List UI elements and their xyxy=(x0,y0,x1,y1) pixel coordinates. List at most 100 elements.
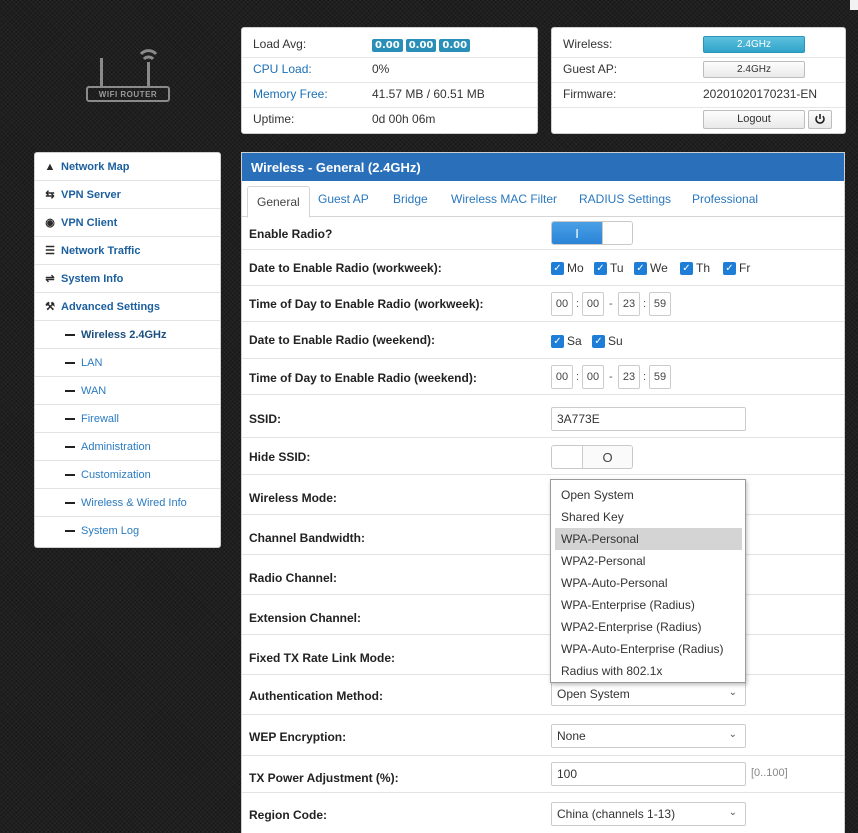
tab-bar: General Guest AP Bridge Wireless MAC Fil… xyxy=(242,181,844,218)
auth-option[interactable]: WPA-Auto-Enterprise (Radius) xyxy=(555,638,742,660)
sidebar-subitem-label: Administration xyxy=(81,440,151,453)
globe-icon: ◉ xyxy=(45,217,55,229)
toggle-off-mark: O xyxy=(582,446,632,468)
sidebar-subitem-customization[interactable]: Customization xyxy=(35,461,220,489)
device-status-panel: Wireless: 2.4GHz Guest AP: 2.4GHz Firmwa… xyxy=(551,27,846,134)
auth-option[interactable]: WPA-Enterprise (Radius) xyxy=(555,594,742,616)
row-date-workweek: Date to Enable Radio (workweek): ✓ Mo ✓ Tu… xyxy=(242,250,844,286)
check-icon: ✓ xyxy=(634,261,647,275)
workweek-start-hour[interactable]: 00 xyxy=(551,292,573,316)
guest-ap-2ghz-button[interactable]: 2.4GHz xyxy=(703,60,805,78)
chevron-down-icon: ⌄ xyxy=(728,807,737,818)
wep-value: None xyxy=(557,729,586,743)
sidebar-item-vpn-client[interactable]: ◉ VPN Client xyxy=(35,209,220,237)
sidebar-item-label: Network Map xyxy=(61,160,130,173)
auth-method-dropdown: Open System Shared Key WPA-Personal WPA2… xyxy=(550,479,746,683)
load-avg-5: 0.00 xyxy=(405,38,437,52)
auth-method-label: Authentication Method: xyxy=(249,689,383,703)
region-label: Region Code: xyxy=(249,808,327,822)
auth-option[interactable]: WPA-Auto-Personal xyxy=(555,572,742,594)
sidebar-item-advanced-settings[interactable]: ⚒ Advanced Settings xyxy=(35,293,220,321)
checkbox-fr[interactable]: ✓ Fr xyxy=(723,261,750,275)
auth-method-select[interactable]: Open System ⌄ xyxy=(551,682,746,706)
checkbox-we[interactable]: ✓ We xyxy=(634,261,668,275)
wireless-2ghz-button[interactable]: 2.4GHz xyxy=(703,35,805,53)
hide-ssid-toggle[interactable]: O xyxy=(551,445,633,469)
chevron-down-icon: ⌄ xyxy=(728,687,737,698)
day-label: Tu xyxy=(610,261,624,275)
row-auth-method: Authentication Method: Open System ⌄ xyxy=(242,675,844,715)
checkbox-th[interactable]: ✓ Th xyxy=(680,261,710,275)
power-icon xyxy=(815,114,825,124)
auth-option[interactable]: WPA2-Personal xyxy=(555,550,742,572)
weekend-start-minute[interactable]: 00 xyxy=(582,365,604,389)
auth-option[interactable]: Open System xyxy=(555,484,742,506)
workweek-start-minute[interactable]: 00 xyxy=(582,292,604,316)
cpu-load-link[interactable]: CPU Load: xyxy=(253,62,312,76)
tab-professional[interactable]: Professional xyxy=(692,181,758,217)
sidebar-item-label: Advanced Settings xyxy=(61,300,161,313)
tx-power-input[interactable]: 100 xyxy=(551,762,746,786)
auth-option[interactable]: WPA2-Enterprise (Radius) xyxy=(555,616,742,638)
sidebar-item-system-info[interactable]: ⇌ System Info xyxy=(35,265,220,293)
tx-power-label: TX Power Adjustment (%): xyxy=(249,771,399,785)
check-icon: ✓ xyxy=(680,261,693,275)
weekend-end-hour[interactable]: 23 xyxy=(618,365,640,389)
sidebar-subitem-wireless-2ghz[interactable]: Wireless 2.4GHz xyxy=(35,321,220,349)
sidebar-subitem-label: Wireless & Wired Info xyxy=(81,496,187,509)
checkbox-su[interactable]: ✓ Su xyxy=(592,334,623,348)
tab-radius-settings[interactable]: RADIUS Settings xyxy=(579,181,671,217)
sidebar-subitem-lan[interactable]: LAN xyxy=(35,349,220,377)
memory-free-value: 41.57 MB / 60.51 MB xyxy=(372,87,485,101)
auth-method-value: Open System xyxy=(557,687,630,701)
cpu-load-value: 0% xyxy=(372,62,390,76)
row-radio-channel: Radio Channel: xyxy=(242,555,844,595)
row-ssid: SSID: 3A773E xyxy=(242,401,844,438)
radio-channel-label: Radio Channel: xyxy=(249,571,338,585)
dash-icon xyxy=(65,333,75,336)
tab-general[interactable]: General xyxy=(247,186,310,218)
sidebar-item-network-traffic[interactable]: ☰ Network Traffic xyxy=(35,237,220,265)
sidebar-item-vpn-server[interactable]: ⇆ VPN Server xyxy=(35,181,220,209)
wep-select[interactable]: None ⌄ xyxy=(551,724,746,748)
check-icon: ✓ xyxy=(551,334,564,348)
region-select[interactable]: China (channels 1-13) ⌄ xyxy=(551,802,746,826)
auth-option[interactable]: Shared Key xyxy=(555,506,742,528)
workweek-end-minute[interactable]: 59 xyxy=(649,292,671,316)
power-button[interactable] xyxy=(808,109,832,129)
workweek-end-hour[interactable]: 23 xyxy=(618,292,640,316)
time-workweek-label: Time of Day to Enable Radio (workweek): xyxy=(249,297,484,311)
day-label: Th xyxy=(696,261,711,275)
sidebar-subitem-firewall[interactable]: Firewall xyxy=(35,405,220,433)
auth-option-highlighted[interactable]: WPA-Personal xyxy=(555,528,742,550)
row-enable-radio: Enable Radio? I xyxy=(242,217,844,250)
load-avg-values: 0.00 0.00 0.00 xyxy=(372,37,473,52)
sidebar-subitem-wan[interactable]: WAN xyxy=(35,377,220,405)
sidebar-item-network-map[interactable]: ▲ Network Map xyxy=(35,153,220,181)
sidebar-subitem-label: Customization xyxy=(81,468,151,481)
firmware-version-link[interactable]: 20201020170231-EN xyxy=(703,87,817,101)
auth-option[interactable]: Radius with 802.1x xyxy=(555,660,742,682)
sidebar-subitem-administration[interactable]: Administration xyxy=(35,433,220,461)
logout-button[interactable]: Logout xyxy=(703,109,805,129)
firmware-label: Firmware: xyxy=(563,87,617,101)
checkbox-mo[interactable]: ✓ Mo xyxy=(551,261,584,275)
weekend-end-minute[interactable]: 59 xyxy=(649,365,671,389)
ssid-label: SSID: xyxy=(249,412,282,426)
ssid-input[interactable]: 3A773E xyxy=(551,407,746,431)
shuffle-icon: ⇌ xyxy=(45,273,55,285)
sidebar-subitem-label: WAN xyxy=(81,384,107,397)
tab-guest-ap[interactable]: Guest AP xyxy=(318,181,369,217)
dash-icon xyxy=(65,389,75,392)
sidebar-subitem-wireless-wired-info[interactable]: Wireless & Wired Info xyxy=(35,489,220,517)
checkbox-sa[interactable]: ✓ Sa xyxy=(551,334,582,348)
checkbox-tu[interactable]: ✓ Tu xyxy=(594,261,624,275)
enable-radio-toggle[interactable]: I xyxy=(551,221,633,245)
tab-wireless-mac-filter[interactable]: Wireless MAC Filter xyxy=(451,181,557,217)
sidebar-subitem-system-log[interactable]: System Log xyxy=(35,517,220,545)
channel-bandwidth-label: Channel Bandwidth: xyxy=(249,531,365,545)
hide-ssid-label: Hide SSID: xyxy=(249,450,311,464)
tab-bridge[interactable]: Bridge xyxy=(393,181,428,217)
memory-free-link[interactable]: Memory Free: xyxy=(253,87,328,101)
weekend-start-hour[interactable]: 00 xyxy=(551,365,573,389)
